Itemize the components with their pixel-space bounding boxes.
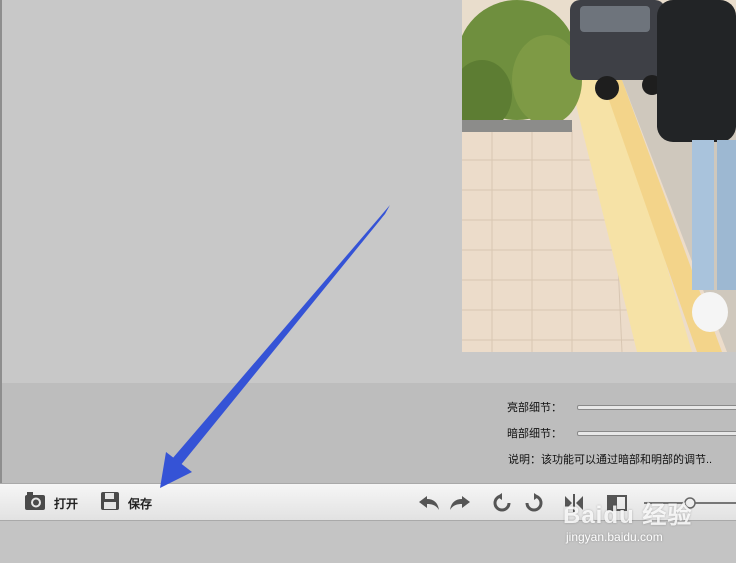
hint-text: 说明：该功能可以通过暗部和明部的调节..: [508, 454, 713, 466]
shadow-detail-slider[interactable]: [577, 431, 736, 436]
open-button-label: 打开: [54, 496, 79, 511]
highlight-detail-row: 亮部细节：: [507, 398, 736, 416]
shadow-detail-row: 暗部细节：: [507, 424, 736, 442]
rotate-left-icon[interactable]: [491, 492, 513, 514]
undo-icon[interactable]: [418, 492, 440, 514]
redo-icon[interactable]: [449, 492, 471, 514]
save-button[interactable]: 保存: [100, 491, 152, 515]
highlight-detail-label: 亮部细节：: [507, 402, 562, 414]
open-button[interactable]: 打开: [24, 491, 78, 515]
baidu-jingyan-watermark: Baidu 经验: [563, 502, 693, 529]
shadow-detail-label: 暗部细节：: [507, 428, 562, 440]
rotate-right-icon[interactable]: [523, 492, 545, 514]
preview-photo: [462, 0, 736, 352]
highlight-detail-slider[interactable]: [577, 405, 736, 410]
floppy-disk-icon: [100, 491, 120, 516]
save-button-label: 保存: [128, 496, 153, 511]
watermark-url: jingyan.baidu.com: [566, 530, 663, 544]
camera-icon: [24, 491, 46, 516]
